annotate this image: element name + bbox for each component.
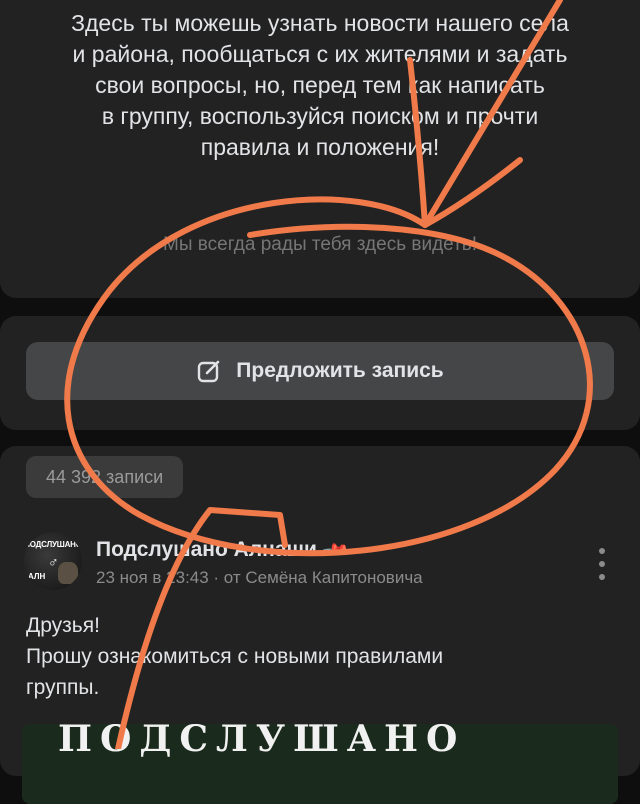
post-author-name: Подслушано Алнаши	[96, 538, 317, 561]
post-text-line: группы.	[26, 676, 100, 699]
avatar[interactable]: ПОДСЛУШАНО ♂ АЛН	[24, 532, 82, 590]
more-options-icon[interactable]	[594, 548, 610, 580]
avatar-mark-icon: ♂	[48, 554, 59, 570]
posts-count-tab[interactable]: 44 392 записи	[26, 456, 184, 498]
suggest-card: Предложить запись	[0, 316, 640, 430]
description-line: в группу, воспользуйся поиском и прочти	[101, 103, 539, 129]
description-line: и района, пообщаться с их жителями и зад…	[72, 41, 568, 67]
description-line: правила и положения!	[200, 134, 440, 160]
post-text-line: Прошу ознакомиться с новыми правилами	[26, 645, 444, 668]
description-line: Здесь ты можешь узнать новости нашего се…	[71, 10, 569, 36]
post-meta: 23 ноя в 23:43 · от Семёна Капитоновича	[96, 568, 423, 587]
post-text-line: Друзья!	[26, 614, 100, 637]
post-author[interactable]: Подслушано Алнаши 📌	[96, 535, 350, 563]
avatar-logo-text: ПОДСЛУШАНО	[24, 540, 82, 549]
cat-icon	[58, 562, 78, 584]
pin-icon: 📌	[321, 535, 351, 564]
suggest-post-label: Предложить запись	[236, 359, 444, 382]
post-text: Друзья! Прошу ознакомиться с новыми прав…	[26, 610, 616, 703]
group-description: Здесь ты можешь узнать новости нашего се…	[0, 8, 640, 163]
suggest-post-button[interactable]: Предложить запись	[26, 342, 614, 400]
post-image[interactable]: ПОДСЛУШАНО	[22, 724, 618, 804]
post-image-title: ПОДСЛУШАНО	[58, 724, 466, 760]
feed-card: 44 392 записи ПОДСЛУШАНО ♂ АЛН Подслушан…	[0, 446, 640, 804]
edit-icon	[198, 360, 220, 383]
group-tagline: Мы всегда рады тебя здесь видеть!	[163, 234, 477, 255]
description-line: свои вопросы, но, перед тем как написать	[95, 72, 545, 98]
post-header: ПОДСЛУШАНО ♂ АЛН Подслушано Алнаши 📌 23 …	[24, 532, 616, 596]
about-card: Здесь ты можешь узнать новости нашего се…	[0, 0, 640, 298]
avatar-logo-sub: АЛН	[28, 572, 46, 581]
